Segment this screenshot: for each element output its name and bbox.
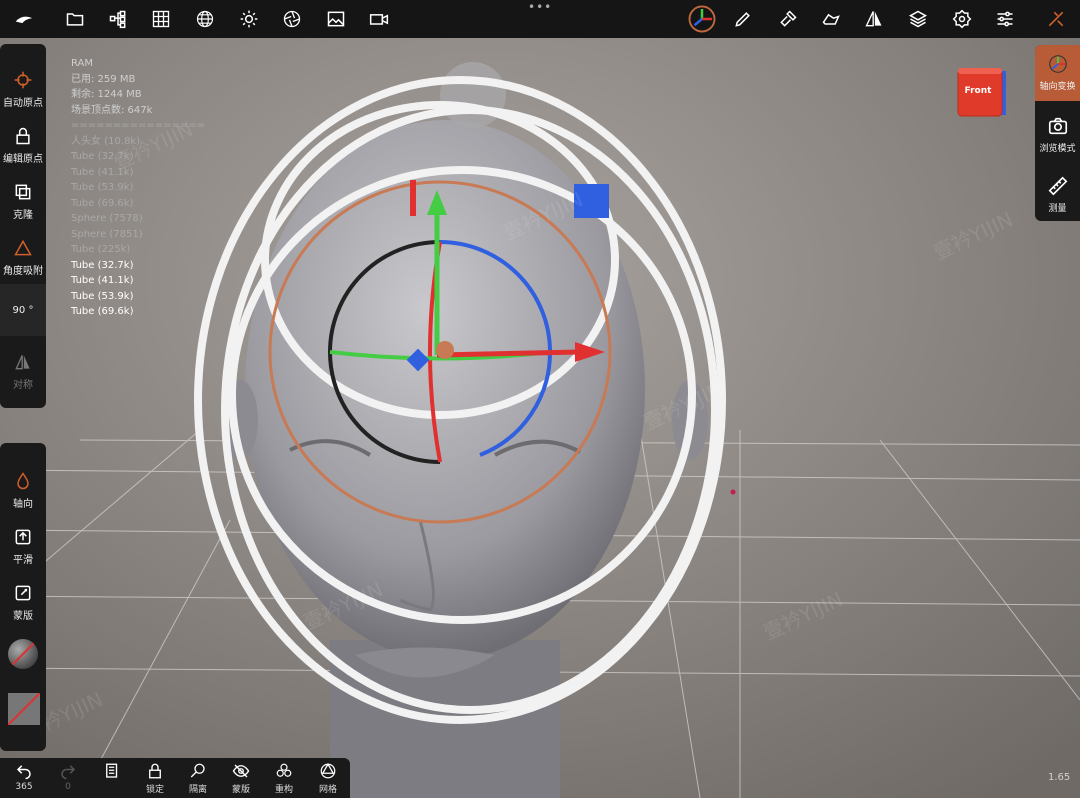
object-item-selected[interactable]: Tube (41.1k) bbox=[71, 273, 205, 289]
folder-icon[interactable] bbox=[59, 3, 91, 35]
measure-label: 测量 bbox=[1048, 204, 1067, 214]
edit-origin-label: 编辑原点 bbox=[3, 154, 43, 165]
scene-stats: RAM 已用: 259 MB 剩余: 1244 MB 场景顶点数: 647k =… bbox=[71, 56, 205, 320]
axis-transform-button[interactable]: 轴向变换 bbox=[1035, 53, 1080, 92]
clone-label: 克隆 bbox=[13, 210, 33, 221]
top-toolbar: ••• bbox=[0, 0, 1080, 38]
object-item-selected[interactable]: Tube (53.9k) bbox=[71, 289, 205, 305]
auto-origin-label: 自动原点 bbox=[3, 98, 43, 109]
hide-button[interactable]: 蒙版 bbox=[221, 762, 261, 795]
undo-button[interactable]: 365 bbox=[4, 762, 44, 792]
scene-tree-icon[interactable] bbox=[102, 3, 134, 35]
symmetry-icon[interactable] bbox=[858, 3, 890, 35]
axis-button[interactable]: 轴向 bbox=[0, 471, 46, 510]
measure-button[interactable]: 测量 bbox=[1035, 175, 1080, 214]
remesh-label: 重构 bbox=[274, 785, 293, 795]
redo-count: 0 bbox=[65, 782, 71, 792]
book-icon[interactable] bbox=[92, 762, 132, 780]
sliders-icon[interactable] bbox=[989, 3, 1021, 35]
angle-value-field[interactable]: 90 ° bbox=[0, 284, 46, 336]
angle-snap-label: 角度吸附 bbox=[3, 266, 43, 277]
remesh-button[interactable]: 重构 bbox=[264, 762, 304, 795]
mask-button[interactable]: 蒙版 bbox=[0, 583, 46, 622]
aperture-icon[interactable] bbox=[276, 3, 308, 35]
angle-snap-button[interactable]: 角度吸附 bbox=[0, 238, 46, 277]
paint-icon[interactable] bbox=[772, 3, 804, 35]
left-tool-panel-2: 轴向 平滑 蒙版 bbox=[0, 443, 46, 751]
gizmo-icon[interactable] bbox=[684, 1, 720, 37]
mesh-button[interactable]: 网格 bbox=[308, 762, 348, 795]
color-swatch[interactable] bbox=[7, 692, 41, 726]
tools-icon[interactable] bbox=[1040, 3, 1072, 35]
drag-handle[interactable]: ••• bbox=[528, 0, 552, 14]
symmetry-label: 对称 bbox=[13, 380, 33, 391]
brush-icon[interactable] bbox=[727, 3, 759, 35]
object-item[interactable]: Sphere (7851) bbox=[71, 227, 205, 243]
object-item[interactable]: Tube (225k) bbox=[71, 242, 205, 258]
sun-icon[interactable] bbox=[233, 3, 265, 35]
right-tool-panel: 轴向变换 浏览模式 测量 bbox=[1035, 45, 1080, 221]
left-tool-panel: 自动原点 编辑原点 克隆 角度吸附 90 ° 对称 bbox=[0, 44, 46, 408]
smooth-button[interactable]: 平滑 bbox=[0, 527, 46, 566]
isolate-label: 隔离 bbox=[188, 785, 207, 795]
grid-icon[interactable] bbox=[145, 3, 177, 35]
zoom-level: 1.65 bbox=[1048, 772, 1071, 783]
object-item[interactable]: Tube (53.9k) bbox=[71, 180, 205, 196]
mask-icon[interactable] bbox=[815, 3, 847, 35]
browse-mode-button[interactable]: 浏览模式 bbox=[1035, 115, 1080, 154]
camera-icon[interactable] bbox=[363, 3, 395, 35]
scene-vertices: 场景顶点数: 647k bbox=[71, 104, 153, 116]
view-cube[interactable]: Front bbox=[956, 68, 1006, 118]
object-item[interactable]: Tube (32.7k) bbox=[71, 149, 205, 165]
front-face-label: Front bbox=[964, 86, 992, 96]
ram-free: 剩余: 1244 MB bbox=[71, 89, 142, 100]
isolate-button[interactable]: 隔离 bbox=[178, 762, 218, 795]
mesh-sphere-icon[interactable] bbox=[189, 3, 221, 35]
settings-icon[interactable] bbox=[946, 3, 978, 35]
symmetry-button[interactable]: 对称 bbox=[0, 352, 46, 391]
edit-origin-button[interactable]: 编辑原点 bbox=[0, 126, 46, 165]
ram-used: 已用: 259 MB bbox=[71, 73, 136, 85]
app-logo-icon[interactable] bbox=[8, 3, 40, 35]
lock-label: 锁定 bbox=[145, 785, 164, 795]
undo-count: 365 bbox=[15, 782, 33, 792]
object-item-selected[interactable]: Tube (69.6k) bbox=[71, 304, 205, 320]
object-item[interactable]: Tube (41.1k) bbox=[71, 165, 205, 181]
material-swatch[interactable] bbox=[8, 639, 38, 669]
mask-label: 蒙版 bbox=[13, 611, 33, 622]
browse-mode-label: 浏览模式 bbox=[1039, 144, 1076, 154]
lock-button[interactable]: 锁定 bbox=[135, 762, 175, 795]
auto-origin-button[interactable]: 自动原点 bbox=[0, 70, 46, 109]
axis-label: 轴向 bbox=[13, 499, 33, 510]
mesh-label: 网格 bbox=[318, 785, 337, 795]
smooth-label: 平滑 bbox=[13, 555, 33, 566]
ram-label: RAM bbox=[71, 58, 94, 69]
image-icon[interactable] bbox=[320, 3, 352, 35]
stats-separator: ================ bbox=[71, 120, 206, 131]
redo-button[interactable]: 0 bbox=[48, 762, 88, 792]
object-item[interactable]: Sphere (7578) bbox=[71, 211, 205, 227]
object-item-selected[interactable]: Tube (32.7k) bbox=[71, 258, 205, 274]
layers-icon[interactable] bbox=[902, 3, 934, 35]
hide-label: 蒙版 bbox=[231, 785, 250, 795]
clone-button[interactable]: 克隆 bbox=[0, 182, 46, 221]
object-item[interactable]: 人头女 (10.8k) bbox=[71, 134, 205, 150]
axis-transform-label: 轴向变换 bbox=[1039, 82, 1076, 92]
bottom-toolbar: 365 0 锁定 隔离 蒙版 重构 网格 bbox=[0, 758, 350, 798]
object-item[interactable]: Tube (69.6k) bbox=[71, 196, 205, 212]
